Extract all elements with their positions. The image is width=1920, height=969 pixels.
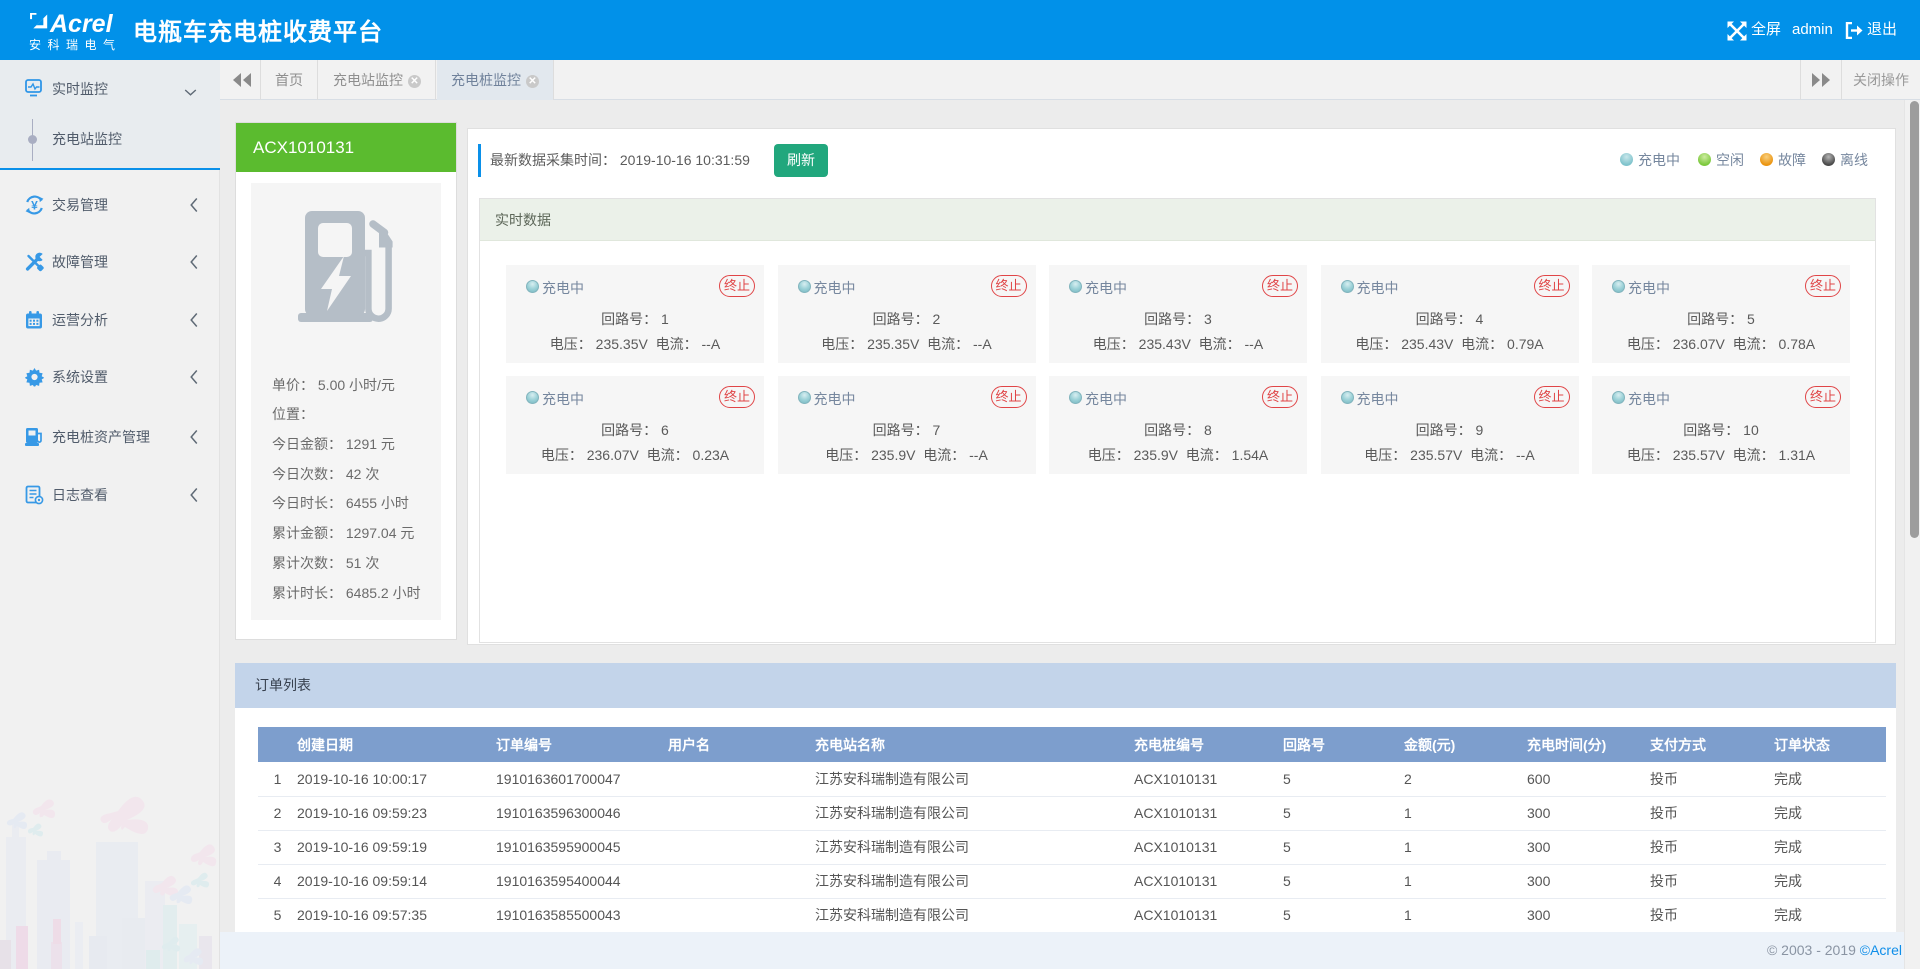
svg-text:¥: ¥ bbox=[31, 198, 38, 212]
